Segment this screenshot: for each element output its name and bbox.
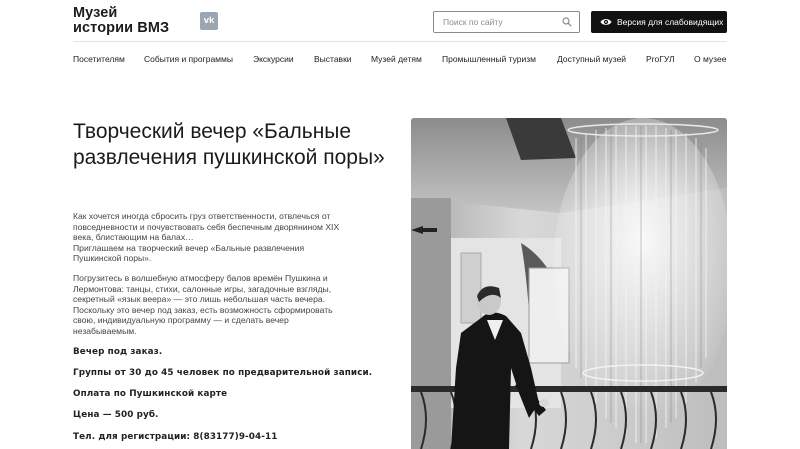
site-header: Музей истории ВМЗ vk Версия для слабовид… bbox=[0, 0, 800, 42]
nav-item-industrial-tourism[interactable]: Промышленный туризм bbox=[442, 54, 536, 64]
pushkin-card-note: Оплата по Пушкинской карте bbox=[73, 389, 228, 399]
nav-item-about[interactable]: О музее bbox=[694, 54, 726, 64]
nav-item-events[interactable]: События и программы bbox=[144, 54, 233, 64]
phone-note: Тел. для регистрации: 8(83177)9-04-11 bbox=[73, 432, 278, 442]
nav-item-visitors[interactable]: Посетителям bbox=[73, 54, 125, 64]
description-line: секретный «язык веера» — это лишь неболь… bbox=[73, 294, 326, 304]
vk-icon[interactable]: vk bbox=[200, 12, 218, 30]
price-note: Цена — 500 руб. bbox=[73, 410, 159, 420]
museum-logo[interactable]: Музей истории ВМЗ bbox=[73, 6, 169, 36]
page-title: Творческий вечер «Бальные развлечения пу… bbox=[73, 120, 385, 169]
nav-item-kids[interactable]: Музей детям bbox=[371, 54, 422, 64]
intro-line: повседневности и почувствовать себя бесп… bbox=[73, 221, 340, 232]
description-paragraph: Погрузитесь в волшебную атмосферу балов … bbox=[73, 273, 393, 336]
logo-line-1: Музей bbox=[73, 5, 118, 21]
event-photo-illustration bbox=[411, 118, 727, 449]
low-vision-button-label: Версия для слабовидящих bbox=[617, 17, 724, 27]
order-note: Вечер под заказ. bbox=[73, 347, 163, 357]
intro-line: Приглашаем на творческий вечер «Бальные … bbox=[73, 242, 305, 253]
group-size-note: Группы от 30 до 45 человек по предварите… bbox=[73, 368, 373, 378]
nav-item-exhibitions[interactable]: Выставки bbox=[314, 54, 352, 64]
search-input[interactable] bbox=[434, 12, 554, 32]
description-line: Поскольку это вечер под заказ, есть возм… bbox=[73, 304, 333, 315]
logo-line-2: истории ВМЗ bbox=[73, 20, 170, 36]
nav-item-progul[interactable]: ProГУЛ bbox=[646, 54, 675, 64]
nav-item-excursions[interactable]: Экскурсии bbox=[253, 54, 294, 64]
header-divider bbox=[73, 41, 727, 42]
nav-item-accessible-museum[interactable]: Доступный музей bbox=[557, 54, 626, 64]
main-navigation: Посетителям События и программы Экскурси… bbox=[73, 54, 733, 68]
intro-paragraph: Как хочется иногда сбросить груз ответст… bbox=[73, 211, 393, 264]
description-line: Погрузитесь в волшебную атмосферу балов … bbox=[73, 273, 328, 283]
description-line: свою, индивидуальную программу — и сдела… bbox=[73, 315, 289, 325]
event-photo bbox=[411, 118, 727, 449]
description-line: Лермонтова: танцы, стихи, салонные игры,… bbox=[73, 283, 332, 294]
description-line: незабываемым. bbox=[73, 325, 137, 336]
search-box[interactable] bbox=[433, 11, 580, 33]
search-icon[interactable] bbox=[562, 17, 572, 27]
low-vision-version-button[interactable]: Версия для слабовидящих bbox=[591, 11, 727, 33]
intro-line: Пушкинской поры». bbox=[73, 253, 152, 263]
intro-line: Как хочется иногда сбросить груз ответст… bbox=[73, 211, 331, 221]
eye-icon bbox=[600, 19, 612, 25]
intro-line: века, блистающим на балах… bbox=[73, 232, 194, 242]
